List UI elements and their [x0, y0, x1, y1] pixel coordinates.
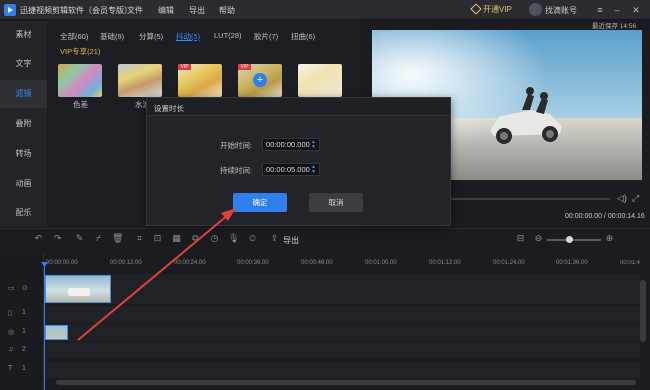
- annotation-arrow: [77, 208, 236, 341]
- video-editor-window: 迅捷视频剪辑软件（会员专版） 文件 编辑 导出 帮助 开通VIP 找滴账号 ≡ …: [0, 0, 650, 390]
